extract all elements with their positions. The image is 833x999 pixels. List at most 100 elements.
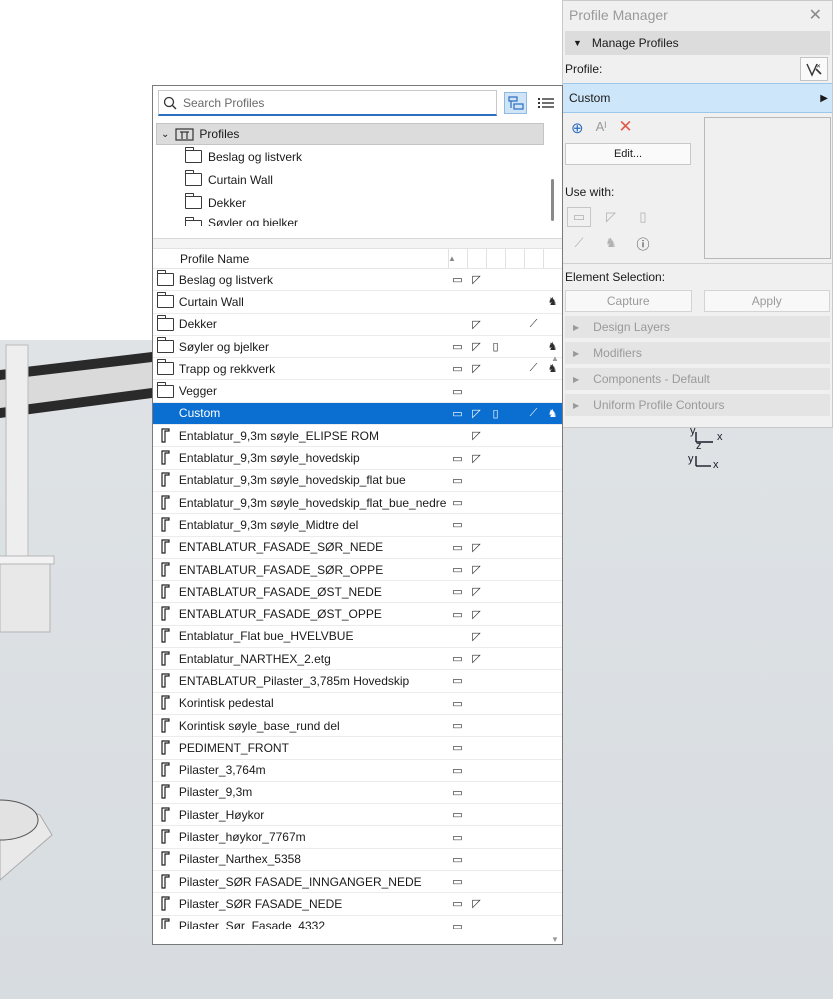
close-icon[interactable]: ✕ [809, 5, 822, 25]
apply-button[interactable]: Apply [703, 290, 830, 312]
accordion-components[interactable]: ▶ Components - Default [565, 368, 830, 390]
search-input[interactable] [183, 95, 483, 110]
profile-row[interactable]: ENTABLATUR_FASADE_ØST_NEDE ▭ ◸ [153, 581, 562, 604]
caret-right-icon: ▶ [573, 400, 580, 410]
profile-folder-row[interactable]: Dekker ◸ ⟋ [153, 314, 562, 336]
profile-row[interactable]: Pilaster_SØR FASADE_INNGANGER_NEDE ▭ [153, 871, 562, 894]
chevron-down-icon[interactable]: ⌄ [161, 129, 169, 140]
tree-root-profiles[interactable]: ⌄ Profiles [156, 123, 544, 145]
wall-use-icon: ▭ [452, 920, 463, 929]
pick-profile-button[interactable]: ✕ [800, 57, 828, 81]
column-use-icon [486, 786, 505, 799]
tree-view-button[interactable] [503, 92, 528, 114]
slab-use-icon [505, 831, 524, 844]
object-use-icon [543, 273, 562, 286]
slab-use-icon [505, 786, 524, 799]
profile-row[interactable]: Pilaster_SØR FASADE_NEDE ▭ ◸ [153, 893, 562, 916]
profile-row[interactable]: Korintisk søyle_base_rund del ▭ [153, 715, 562, 738]
profile-row[interactable]: Entablatur_9,3m søyle_hovedskip ▭ ◸ [153, 447, 562, 470]
column-icon[interactable]: ▯ [631, 207, 655, 227]
tree-item[interactable]: Søyler og bjelker [153, 214, 562, 226]
object-icon[interactable]: ♞ [599, 233, 623, 253]
list-scrollbar[interactable]: ▲ ▼ [550, 354, 560, 944]
edit-button[interactable]: Edit... [565, 143, 691, 165]
slab-use-icon [505, 808, 524, 821]
profile-name: Custom [178, 406, 221, 421]
column-use-icon [486, 652, 505, 665]
object-use-icon: ♞ [547, 341, 558, 354]
search-box[interactable] [158, 90, 497, 116]
profile-name: Entablatur_Flat bue_HVELVBUE [178, 629, 354, 644]
profile-row[interactable]: PEDIMENT_FRONT ▭ [153, 737, 562, 760]
profile-row[interactable]: Pilaster_høykor_7767m ▭ [153, 826, 562, 849]
profile-row[interactable]: Pilaster_Høykor ▭ [153, 804, 562, 827]
profile-row[interactable]: ENTABLATUR_FASADE_ØST_OPPE ▭ ◸ [153, 603, 562, 626]
profile-folder-row[interactable]: Curtain Wall ♞ [153, 291, 562, 314]
column-use-icon [486, 741, 505, 754]
scroll-down-icon[interactable]: ▼ [550, 935, 560, 944]
profile-row[interactable]: Entablatur_Flat bue_HVELVBUE ◸ [153, 626, 562, 649]
column-use-icon [486, 385, 505, 398]
rename-profile-icon[interactable]: Aᴵ [596, 119, 607, 137]
profile-row[interactable]: Pilaster_3,764m ▭ [153, 760, 562, 782]
wall-icon[interactable]: ▭ [567, 207, 591, 227]
profile-shape-icon [153, 807, 179, 823]
profile-row[interactable]: Entablatur_NARTHEX_2.etg ▭ ◸ [153, 648, 562, 671]
profile-row[interactable]: ENTABLATUR_FASADE_SØR_OPPE ▭ ◸ [153, 559, 562, 582]
use-with-indicators: ♞ [448, 295, 562, 308]
profile-row[interactable]: Entablatur_9,3m søyle_hovedskip_flat_bue… [153, 492, 562, 515]
capture-button[interactable]: Capture [565, 290, 692, 312]
use-with-indicators: ▭ [448, 674, 562, 687]
wall-use-icon: ▭ [452, 519, 463, 532]
tree-item[interactable]: Dekker [153, 191, 562, 214]
profile-row[interactable]: Entablatur_9,3m søyle_Midtre del ▭ [153, 514, 562, 537]
accordion-label: Design Layers [593, 320, 670, 334]
railing-use-icon [524, 630, 543, 643]
column-use-icon [486, 697, 505, 710]
tree-item[interactable]: Beslag og listverk [153, 145, 562, 168]
profile-row[interactable]: Pilaster_Narthex_5358 ▭ [153, 849, 562, 872]
tree-item[interactable]: Curtain Wall [153, 168, 562, 191]
use-with-indicators: ▭ ◸ [448, 652, 562, 665]
palette-titlebar[interactable]: Profile Manager ✕ [563, 1, 832, 29]
slab-use-icon [505, 920, 524, 929]
beam-icon[interactable]: ◸ [599, 207, 623, 227]
slab-use-icon [505, 608, 524, 621]
profile-row[interactable]: Korintisk pedestal ▭ [153, 693, 562, 715]
use-with-indicators: ▭ ◸ [448, 541, 562, 554]
delete-profile-icon[interactable]: ✕ [618, 118, 632, 137]
profile-folder-row[interactable]: Beslag og listverk ▭ ◸ [153, 269, 562, 292]
profile-shape-icon [153, 584, 179, 600]
slab-use-icon [505, 563, 524, 576]
accordion-modifiers[interactable]: ▶ Modifiers [565, 342, 830, 364]
profile-folder-row[interactable]: Trapp og rekkverk ▭ ◸ ⟋ ♞ [153, 358, 562, 381]
tree-scrollbar[interactable] [551, 179, 554, 221]
slab-use-icon [505, 385, 524, 398]
accordion-design-layers[interactable]: ▶ Design Layers [565, 316, 830, 338]
scroll-up-icon[interactable]: ▲ [550, 354, 560, 363]
wall-use-icon: ▭ [452, 564, 463, 576]
info-icon[interactable]: ⓘ [631, 233, 655, 253]
profile-row[interactable]: Entablatur_9,3m søyle_ELIPSE ROM ◸ [153, 425, 562, 448]
accordion-uniform-profile-contours[interactable]: ▶ Uniform Profile Contours [565, 394, 830, 416]
beam-use-icon [467, 474, 486, 487]
profile-row[interactable]: Pilaster_9,3m ▭ [153, 782, 562, 805]
profile-row[interactable]: Entablatur_9,3m søyle_hovedskip_flat bue… [153, 470, 562, 492]
profile-folder-row[interactable]: Vegger ▭ [153, 380, 562, 403]
railing-icon[interactable]: ⟋ [567, 233, 591, 253]
profile-row[interactable]: ENTABLATUR_Pilaster_3,785m Hovedskip ▭ [153, 670, 562, 693]
railing-use-icon [524, 831, 543, 844]
profile-folder-row[interactable]: Custom ▭ ◸ ▯ ⟋ ♞ [153, 402, 562, 426]
list-view-button[interactable] [534, 92, 558, 114]
profile-row[interactable]: ENTABLATUR_FASADE_SØR_NEDE ▭ ◸ [153, 537, 562, 559]
profile-selector[interactable]: Custom ▶ [563, 83, 832, 113]
column-use-icon [486, 608, 505, 621]
list-icon [538, 98, 555, 108]
manage-profiles-section[interactable]: ▼ Manage Profiles [565, 31, 830, 55]
wall-use-icon: ▭ [452, 764, 463, 777]
add-profile-icon[interactable]: ⊕ [571, 119, 584, 137]
profile-row[interactable]: Pilaster_Sør_Fasade_4332 ▭ [153, 916, 562, 929]
profile-name-column[interactable]: Profile Name [180, 252, 448, 266]
profile-folder-row[interactable]: Søyler og bjelker ▭ ◸ ▯ ♞ [153, 336, 562, 359]
profile-shape-icon [153, 918, 179, 929]
